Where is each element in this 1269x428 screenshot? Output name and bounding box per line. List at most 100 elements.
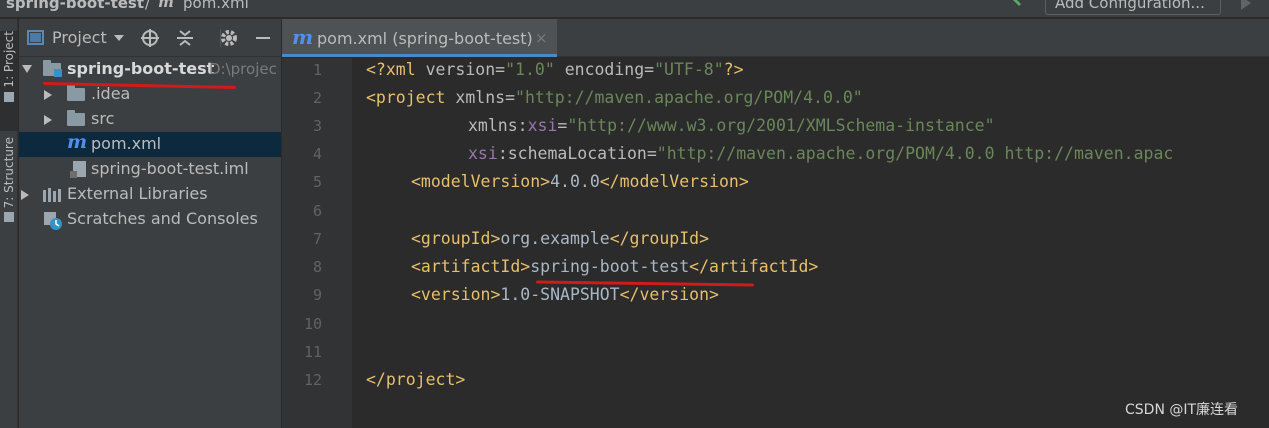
code-line-3: xmlns:xsi="http://www.w3.org/2001/XMLSch… <box>468 116 995 135</box>
locate-target-icon[interactable] <box>140 28 160 48</box>
xml-eq: = <box>646 144 657 163</box>
line-number: 4 <box>312 145 322 163</box>
xml-attr: xmlns: <box>468 116 528 135</box>
maven-icon: m <box>67 131 88 153</box>
tool-tab-structure[interactable]: 7: Structure <box>0 137 18 247</box>
xml-eq: = <box>495 60 506 79</box>
scratch-icon <box>44 212 62 230</box>
xml-pi-close: ?> <box>723 60 744 79</box>
add-configuration-button[interactable]: Add Configuration... <box>1045 0 1221 15</box>
gear-icon[interactable] <box>219 28 239 48</box>
tree-item-src[interactable]: src <box>19 107 281 132</box>
tree-item-label: pom.xml <box>91 134 162 153</box>
tool-tab-structure-label: 7: Structure <box>2 137 16 209</box>
xml-text: 4.0.0 <box>550 172 600 191</box>
iml-file-icon <box>70 161 86 178</box>
tree-item-scratches[interactable]: Scratches and Consoles <box>19 207 281 232</box>
expand-arrow-icon[interactable] <box>22 65 32 73</box>
close-icon[interactable]: × <box>535 29 548 47</box>
chevron-down-icon[interactable] <box>114 35 124 41</box>
maven-icon: m <box>158 0 174 11</box>
tree-item-iml[interactable]: spring-boot-test.iml <box>19 157 281 182</box>
line-number: 10 <box>303 315 322 333</box>
xml-pi-open: <?xml <box>366 60 426 79</box>
project-tool-icon <box>4 91 14 102</box>
tree-item-root-module[interactable]: spring-boot-test D:\projec <box>19 57 281 82</box>
tree-item-label: External Libraries <box>67 184 208 203</box>
expand-arrow-icon[interactable] <box>44 115 52 125</box>
xml-tag: </groupId> <box>609 229 710 248</box>
xml-value: "http://maven.apache.org/POM/4.0.0" <box>515 88 863 107</box>
xml-namespace: xsi <box>468 144 498 163</box>
tree-item-label: spring-boot-test.iml <box>91 159 249 178</box>
xml-tag: <groupId> <box>411 229 501 248</box>
xml-attr: version <box>425 60 496 79</box>
xml-value: "http://maven.apache.org/POM/4.0.0 http:… <box>656 144 1174 163</box>
line-number: 9 <box>312 286 322 304</box>
tool-window-strip: 1: Project 7: Structure <box>0 19 18 428</box>
hammer-icon[interactable] <box>1010 0 1028 8</box>
xml-eq: = <box>505 88 516 107</box>
tree-item-label: src <box>91 109 115 128</box>
maven-icon: m <box>292 25 314 49</box>
xml-tag: </artifactId> <box>689 257 819 276</box>
folder-icon <box>67 110 85 126</box>
project-view-icon <box>27 30 44 45</box>
tree-item-external-libraries[interactable]: External Libraries <box>19 182 281 207</box>
xml-attr: :schemaLocation <box>497 144 647 163</box>
xml-tag: </project> <box>366 370 466 389</box>
project-panel: Project spring-boot-test D:\projec .idea… <box>19 19 281 428</box>
editor-tab-bar: m pom.xml (spring-boot-test) × <box>282 19 1269 57</box>
tree-item-label: spring-boot-test <box>67 59 215 78</box>
tree-item-pom-xml[interactable]: m pom.xml <box>19 131 281 157</box>
xml-text: 1.0-SNAPSHOT <box>500 285 620 304</box>
xml-text: spring-boot-test <box>530 257 690 276</box>
xml-value: "UTF-8" <box>654 60 724 79</box>
xml-namespace: xsi <box>527 116 558 135</box>
project-view-label[interactable]: Project <box>52 28 107 47</box>
structure-tool-icon <box>4 212 14 223</box>
tree-item-label: .idea <box>91 84 131 103</box>
code-line-7: <groupId>org.example</groupId> <box>411 229 709 248</box>
tool-tab-project-label: 1: Project <box>2 31 16 88</box>
code-line-8: <artifactId>spring-boot-test</artifactId… <box>411 257 818 276</box>
module-folder-icon <box>43 60 62 77</box>
xml-tag: <modelVersion> <box>411 172 551 191</box>
line-number: 3 <box>312 117 322 135</box>
xml-tag: </version> <box>619 285 719 304</box>
editor-tab-pom-xml[interactable]: m pom.xml (spring-boot-test) × <box>282 19 557 57</box>
code-line-4: xsi:schemaLocation="http://maven.apache.… <box>468 144 1173 163</box>
xml-eq: = <box>644 60 655 79</box>
line-number: 8 <box>312 258 322 276</box>
line-number: 12 <box>303 371 322 389</box>
xml-attr: encoding <box>554 60 645 79</box>
expand-arrow-icon[interactable] <box>44 90 52 100</box>
breadcrumb-project[interactable]: spring-boot-test <box>6 0 144 12</box>
code-line-12: </project> <box>366 370 465 389</box>
line-number: 7 <box>312 230 322 248</box>
breadcrumb-file[interactable]: pom.xml <box>183 0 249 12</box>
line-number: 11 <box>303 343 322 361</box>
minimize-icon[interactable] <box>253 28 273 48</box>
navigation-bar: spring-boot-test / m pom.xml Add Configu… <box>0 0 1269 18</box>
code-line-2: <project xmlns="http://maven.apache.org/… <box>366 88 863 107</box>
collapse-all-icon[interactable] <box>175 28 195 48</box>
xml-eq: = <box>557 116 568 135</box>
project-panel-toolbar: Project <box>19 19 281 57</box>
code-editor[interactable]: <?xml version="1.0" encoding="UTF-8"?> <… <box>352 58 1269 428</box>
xml-text: org.example <box>500 229 610 248</box>
tree-item-path: D:\projec <box>209 60 277 78</box>
watermark: CSDN @IT廉连看 <box>1125 402 1239 418</box>
xml-tag: <version> <box>411 285 501 304</box>
expand-arrow-icon[interactable] <box>21 190 29 200</box>
xml-tag: <project <box>366 88 456 107</box>
line-number: 6 <box>312 202 322 220</box>
xml-tag: </modelVersion> <box>599 172 749 191</box>
line-number: 2 <box>312 89 322 107</box>
xml-value: "http://www.w3.org/2001/XMLSchema-instan… <box>567 116 995 135</box>
editor-tab-label: pom.xml (spring-boot-test) <box>317 29 533 48</box>
run-icon[interactable] <box>1240 0 1252 10</box>
breadcrumb-separator: / <box>145 0 151 12</box>
tool-tab-project[interactable]: 1: Project <box>0 31 18 131</box>
code-line-1: <?xml version="1.0" encoding="UTF-8"?> <box>366 60 744 79</box>
